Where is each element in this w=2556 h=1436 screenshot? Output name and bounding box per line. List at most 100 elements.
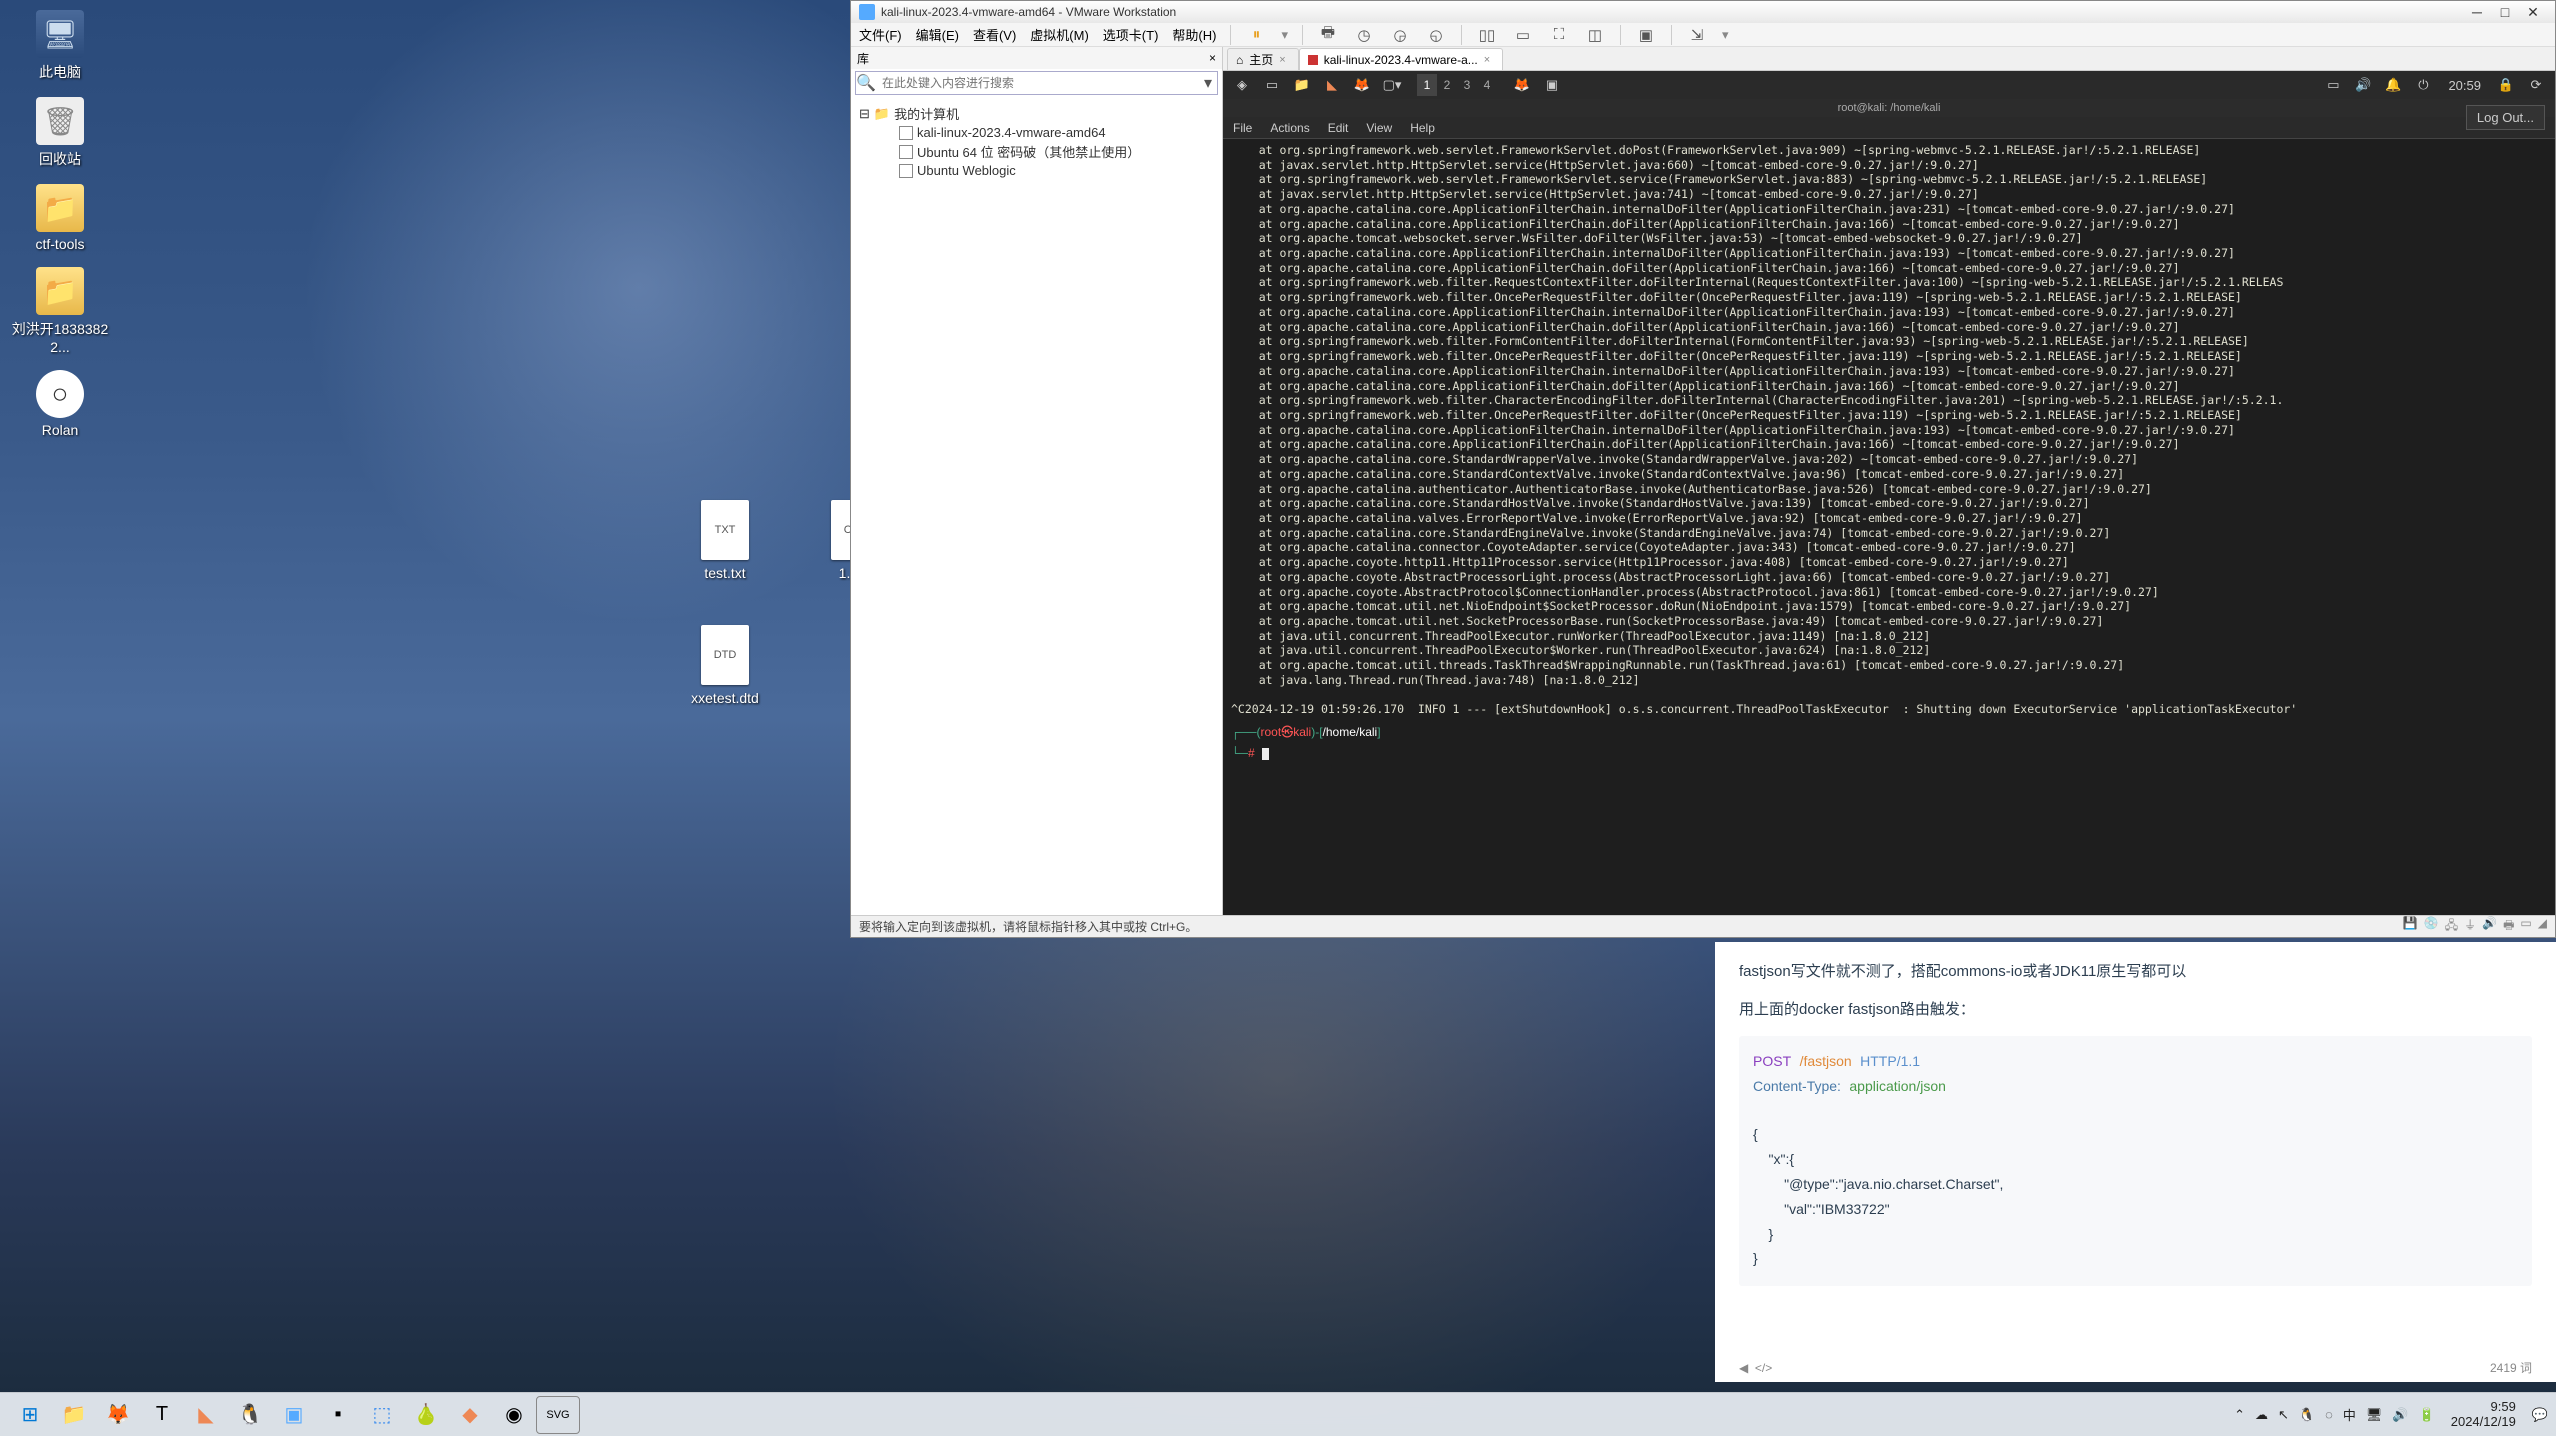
- kali-lock-icon[interactable]: 🔒: [2493, 73, 2519, 97]
- tray-cloud-icon[interactable]: ☁: [2255, 1407, 2268, 1423]
- icon-folder-user[interactable]: 📁 刘洪开18383822...: [10, 267, 110, 355]
- file-xxetest-dtd[interactable]: DTD xxetest.dtd: [680, 625, 770, 706]
- print-icon[interactable]: 🖶: [1317, 24, 1339, 46]
- library-search[interactable]: 🔍 ▾: [855, 71, 1218, 95]
- status-net-icon[interactable]: 🖧: [2445, 916, 2458, 937]
- tray-volume-icon[interactable]: 🔊: [2392, 1407, 2408, 1423]
- taskbar-wsl-icon[interactable]: 🐧: [228, 1396, 272, 1434]
- layout2-icon[interactable]: ▭: [1512, 24, 1534, 46]
- taskbar-postman-icon[interactable]: ◆: [448, 1396, 492, 1434]
- workspace-1[interactable]: 1: [1417, 74, 1437, 96]
- tray-power-icon[interactable]: 🔋: [2419, 1407, 2435, 1423]
- tray-sync-icon[interactable]: ◌: [2325, 1407, 2333, 1422]
- status-sound-icon[interactable]: 🔊: [2482, 916, 2497, 937]
- stretch-icon[interactable]: ⇲: [1686, 24, 1708, 46]
- status-resize-icon[interactable]: ◢: [2538, 916, 2547, 937]
- kali-menu-icon[interactable]: ◈: [1229, 73, 1255, 97]
- tree-vm-kali[interactable]: kali-linux-2023.4-vmware-amd64: [899, 124, 1214, 141]
- search-input[interactable]: [876, 76, 1199, 90]
- tree-root[interactable]: ⊟📁我的计算机: [859, 103, 1214, 124]
- kali-burp-icon[interactable]: ◣: [1319, 73, 1345, 97]
- kali-notify-icon[interactable]: 🔔: [2380, 73, 2406, 97]
- kali-volume-icon[interactable]: 🔊: [2350, 73, 2376, 97]
- search-dropdown-icon[interactable]: ▾: [1199, 73, 1217, 93]
- menu-tabs[interactable]: 选项卡(T): [1103, 25, 1159, 44]
- workspace-4[interactable]: 4: [1477, 74, 1497, 96]
- status-display-icon[interactable]: ▭: [2520, 916, 2531, 937]
- tab-home[interactable]: ⌂ 主页 ×: [1227, 48, 1299, 70]
- term-menu-file[interactable]: File: [1233, 121, 1252, 135]
- kali-vm-screen[interactable]: ◈ ▭ 📁 ◣ 🦊 ▢▾ 1 2 3 4 🦊 ▣ ▭: [1223, 71, 2555, 915]
- menu-help[interactable]: 帮助(H): [1172, 25, 1216, 44]
- status-usb-icon[interactable]: ⏚: [2464, 916, 2476, 937]
- pause-button[interactable]: ⏸: [1245, 24, 1267, 46]
- status-printer-icon[interactable]: 🖶: [2503, 916, 2514, 937]
- tab-close-icon[interactable]: ×: [1279, 54, 1285, 66]
- kali-stop-icon[interactable]: ⏻: [2410, 73, 2436, 97]
- taskbar-firefox-icon[interactable]: 🦊: [96, 1396, 140, 1434]
- taskbar-vmware-icon[interactable]: ▣: [272, 1396, 316, 1434]
- tree-vm-ubuntu2[interactable]: Ubuntu Weblogic: [899, 162, 1214, 179]
- menu-file[interactable]: 文件(F): [859, 25, 902, 44]
- term-menu-view[interactable]: View: [1366, 121, 1392, 135]
- menu-edit[interactable]: 编辑(E): [916, 25, 959, 44]
- close-button[interactable]: ✕: [2519, 2, 2547, 22]
- workspace-2[interactable]: 2: [1437, 74, 1457, 96]
- kali-screen-icon[interactable]: ▭: [2320, 73, 2346, 97]
- taskbar-svg-icon[interactable]: SVG: [536, 1396, 580, 1434]
- taskbar-clock[interactable]: 9:59 2024/12/19: [2445, 1400, 2522, 1430]
- taskbar-obs-icon[interactable]: ◉: [492, 1396, 536, 1434]
- snapshot-icon[interactable]: ◷: [1353, 24, 1375, 46]
- tree-vm-ubuntu1[interactable]: Ubuntu 64 位 密码破（其他禁止使用）: [899, 141, 1214, 162]
- tray-qq-icon[interactable]: 🐧: [2299, 1407, 2315, 1423]
- kali-power-icon[interactable]: ⟳: [2523, 73, 2549, 97]
- icon-recycle-bin[interactable]: 🗑 回收站: [10, 97, 110, 169]
- term-menu-actions[interactable]: Actions: [1270, 121, 1309, 135]
- kali-clock[interactable]: 20:59: [2440, 78, 2489, 93]
- tray-chevron-icon[interactable]: ⌃: [2234, 1407, 2245, 1423]
- kali-logout-popup[interactable]: Log Out...: [2466, 105, 2545, 130]
- term-menu-edit[interactable]: Edit: [1328, 121, 1349, 135]
- kali-terminal-icon[interactable]: ▢▾: [1379, 73, 1405, 97]
- tab-close-icon[interactable]: ×: [1484, 54, 1490, 66]
- term-menu-help[interactable]: Help: [1410, 121, 1435, 135]
- icon-rolan[interactable]: ○ Rolan: [10, 370, 110, 438]
- kali-term2-icon[interactable]: ▣: [1539, 73, 1565, 97]
- taskbar-burp-icon[interactable]: ◣: [184, 1396, 228, 1434]
- kali-firefox2-icon[interactable]: 🦊: [1509, 73, 1535, 97]
- nav-back-icon[interactable]: ◀: [1739, 1361, 1748, 1375]
- tray-notification-icon[interactable]: 💬: [2532, 1407, 2548, 1423]
- fullscreen-icon[interactable]: ⛶: [1548, 24, 1570, 46]
- icon-this-pc[interactable]: 🖥 此电脑: [10, 10, 110, 82]
- console-icon[interactable]: ▣: [1635, 24, 1657, 46]
- close-library-button[interactable]: ×: [1209, 51, 1216, 65]
- taskbar-terminal-icon[interactable]: ▪: [316, 1396, 360, 1434]
- snapshot-manage-icon[interactable]: ◶: [1389, 24, 1411, 46]
- tray-cursor-icon[interactable]: ↖: [2278, 1407, 2289, 1423]
- tray-network-icon[interactable]: 🖥: [2366, 1407, 2383, 1423]
- status-disk-icon[interactable]: 💾: [2403, 916, 2418, 937]
- icon-folder-ctftools[interactable]: 📁 ctf-tools: [10, 184, 110, 252]
- menu-vm[interactable]: 虚拟机(M): [1030, 25, 1089, 44]
- minimize-button[interactable]: ─: [2463, 2, 2491, 22]
- snapshot-revert-icon[interactable]: ◵: [1425, 24, 1447, 46]
- start-button[interactable]: ⊞: [8, 1396, 52, 1434]
- tray-ime-icon[interactable]: 中: [2343, 1405, 2356, 1424]
- kali-files-icon[interactable]: 📁: [1289, 73, 1315, 97]
- tab-kali[interactable]: kali-linux-2023.4-vmware-a... ×: [1299, 48, 1504, 70]
- kali-firefox-icon[interactable]: 🦊: [1349, 73, 1375, 97]
- terminal-body[interactable]: at org.springframework.web.servlet.Frame…: [1223, 139, 2555, 915]
- file-test-txt[interactable]: TXT test.txt: [680, 500, 770, 581]
- taskbar-pear-icon[interactable]: 🍐: [404, 1396, 448, 1434]
- maximize-button[interactable]: □: [2491, 2, 2519, 22]
- menu-view[interactable]: 查看(V): [973, 25, 1016, 44]
- layout1-icon[interactable]: ▯▯: [1476, 24, 1498, 46]
- unity-icon[interactable]: ◫: [1584, 24, 1606, 46]
- vmware-titlebar[interactable]: kali-linux-2023.4-vmware-amd64 - VMware …: [851, 1, 2555, 23]
- kali-desktop-icon[interactable]: ▭: [1259, 73, 1285, 97]
- code-view-icon[interactable]: </>: [1755, 1361, 1772, 1375]
- workspace-3[interactable]: 3: [1457, 74, 1477, 96]
- taskbar-explorer-icon[interactable]: 📁: [52, 1396, 96, 1434]
- taskbar-typora-icon[interactable]: T: [140, 1396, 184, 1434]
- status-cd-icon[interactable]: 💿: [2424, 916, 2439, 937]
